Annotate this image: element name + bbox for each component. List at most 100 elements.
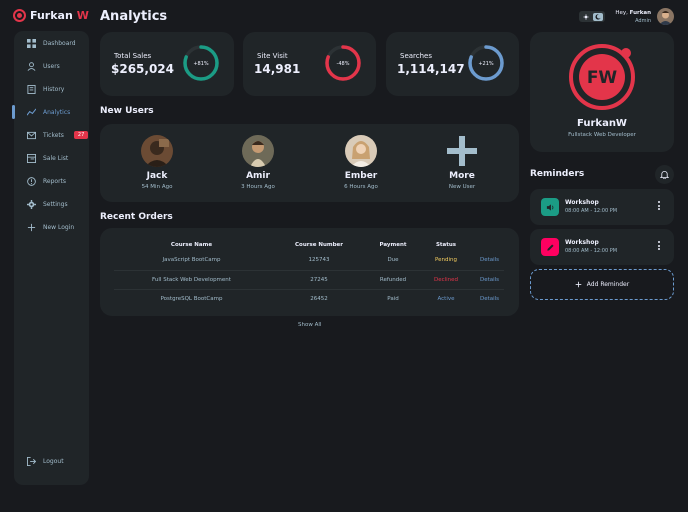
new-users-title: New Users [100,106,154,116]
stat-card-searches: Searches 1,114,147 +21% [386,32,519,96]
user-name: Furkan [629,9,651,16]
table-row: Full Stack Web Development 27245 Refunde… [114,270,504,290]
theme-toggle[interactable] [579,11,606,22]
column-header: Course Name [170,242,213,248]
table-row: PostgreSQL BootCamp 26452 Paid Active De… [114,289,504,308]
table-header-row: Course Name Course Number Payment Status [114,239,504,251]
reminder-title: Workshop [565,239,599,246]
profile-logo: FW [569,44,635,110]
column-header [475,239,504,251]
sidebar: Dashboard Users History Analytics Ticket… [12,31,89,485]
sidebar-item-analytics[interactable]: Analytics [12,103,89,121]
greeting: Hey, Furkan Admin [615,10,651,24]
user-name: Jack [146,171,168,181]
reminder-item[interactable]: Workshop 08:00 AM - 12:00 PM [530,189,674,225]
details-link[interactable]: Details [475,270,504,290]
sidebar-item-tickets[interactable]: Tickets 27 [14,126,89,144]
sidebar-item-sale-list[interactable]: Sale List [14,149,89,167]
logout-label: Logout [43,457,64,465]
greet-text: Hey, [615,9,628,16]
gear-icon [26,199,36,209]
brand-logo[interactable]: Furkan W [13,9,89,22]
sidebar-item-dashboard[interactable]: Dashboard [14,34,89,52]
user-item-ember[interactable]: Ember 6 Hours Ago [326,135,396,190]
inventory-icon [26,153,36,163]
grid-icon [26,38,36,48]
reminder-item[interactable]: Workshop 08:00 AM - 12:00 PM [530,229,674,265]
sidebar-item-label: New Login [43,223,75,231]
new-users-card: Jack 54 Min Ago Amir 3 Hours Ago Ember 6… [100,124,519,202]
more-vert-icon[interactable] [658,201,661,210]
sun-icon [581,13,591,21]
sidebar-item-label: Analytics [43,108,71,116]
plus-icon [446,135,478,167]
greet-line: Hey, Furkan [615,10,651,16]
sidebar-item-users[interactable]: Users [14,57,89,75]
profile-name: FurkanW [577,118,627,129]
logout-button[interactable]: Logout [14,452,89,470]
reminders-title: Reminders [530,169,585,179]
column-header: Status [435,242,457,248]
notifications-button[interactable] [655,165,674,184]
status: Pending [417,251,475,271]
details-link[interactable]: Details [475,289,504,308]
reminder-title: Workshop [565,199,599,206]
percent-label: +81% [193,61,209,67]
stat-label: Searches [400,52,433,60]
stat-label: Total Sales [114,52,152,60]
user-item-jack[interactable]: Jack 54 Min Ago [122,135,192,190]
course-name: JavaScript BootCamp [114,251,269,271]
profile-avatar[interactable] [657,8,674,25]
stat-card-site-visit: Site Visit 14,981 -48% [243,32,376,96]
details-link[interactable]: Details [475,251,504,271]
logout-icon [26,456,36,466]
moon-icon [593,12,604,21]
logo-icon [13,9,26,22]
status: Declined [417,270,475,290]
stat-label: Site Visit [257,52,288,60]
more-vert-icon[interactable] [658,241,661,250]
add-reminder-button[interactable]: Add Reminder [530,269,674,300]
reminder-time: 08:00 AM - 12:00 PM [565,208,618,214]
add-reminder-label: Add Reminder [586,281,630,288]
sidebar-item-label: Dashboard [43,39,76,47]
recent-orders-title: Recent Orders [100,212,173,222]
sidebar-item-label: Sale List [43,154,69,162]
user-item-amir[interactable]: Amir 3 Hours Ago [223,135,293,190]
brand-name: Furkan [30,9,73,22]
stat-value: 14,981 [254,62,301,76]
avatar [242,135,274,167]
user-name: Amir [246,171,270,181]
user-time: 6 Hours Ago [344,184,378,190]
profile-role: Fullstack Web Developer [568,132,636,138]
stat-card-total-sales: Total Sales $265,024 +81% [100,32,234,96]
percent-label: +21% [478,61,494,67]
course-name: Full Stack Web Development [114,270,269,290]
profile-logo-text: FW [587,68,618,88]
orders-table: Course Name Course Number Payment Status… [114,239,504,308]
percent-label: -48% [336,61,350,67]
course-name: PostgreSQL BootCamp [160,295,223,302]
column-header: Course Number [295,242,343,248]
edit-icon [541,238,559,256]
sidebar-item-new-login[interactable]: New Login [14,218,89,236]
profile-card: FW FurkanW Fullstack Web Developer [530,32,674,152]
avatar [141,135,173,167]
chart-icon [26,107,36,117]
status: Active [437,295,455,302]
sidebar-item-reports[interactable]: Reports [14,172,89,190]
user-item-more[interactable]: More New User [427,135,497,190]
user-name: More [449,171,475,181]
bell-icon [660,171,669,179]
payment: Paid [387,295,399,302]
user-role: Admin [635,17,651,24]
sidebar-item-settings[interactable]: Settings [14,195,89,213]
user-time: 3 Hours Ago [241,184,275,190]
column-header: Payment [379,242,407,248]
user-name: Ember [344,171,378,181]
tickets-badge: 27 [73,131,89,139]
sidebar-item-history[interactable]: History [14,80,89,98]
header-user-area: Hey, Furkan Admin [579,8,674,25]
show-all-link[interactable]: Show All [298,322,321,328]
sidebar-item-label: Reports [43,177,67,185]
